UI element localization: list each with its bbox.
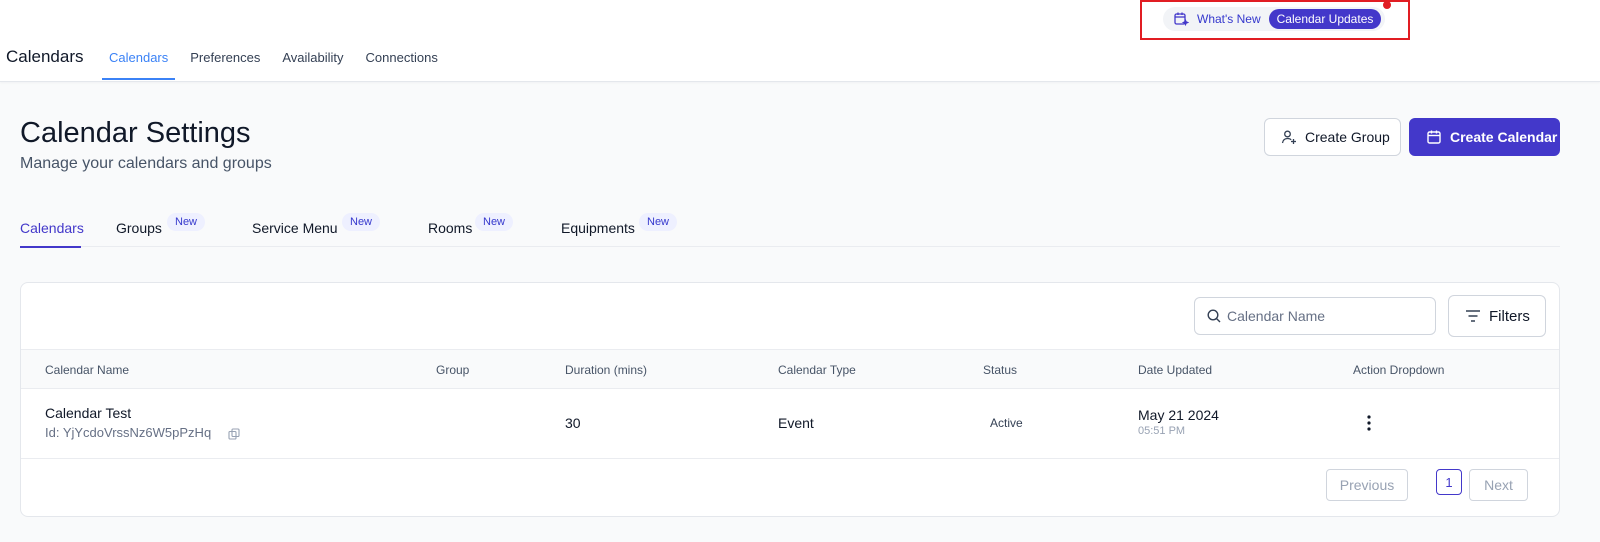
- column-header: Calendar Name: [45, 363, 130, 377]
- table-header: Calendar Name Group Duration (mins) Cale…: [21, 349, 1559, 389]
- date-updated: May 21 2024: [1138, 407, 1219, 423]
- calendar-sparkle-icon: [1174, 12, 1189, 27]
- filters-button[interactable]: Filters: [1448, 295, 1546, 337]
- filters-label: Filters: [1489, 307, 1530, 325]
- nav-tab-preferences[interactable]: Preferences: [183, 40, 267, 82]
- column-header: Duration (mins): [565, 363, 648, 377]
- nav-tab-availability[interactable]: Availability: [275, 40, 350, 82]
- tab-service-menu[interactable]: Service Menu New: [252, 212, 412, 247]
- column-header: Date Updated: [1138, 363, 1213, 377]
- column-header: Status: [983, 363, 1018, 377]
- more-vertical-icon[interactable]: [1361, 413, 1377, 433]
- new-badge: New: [167, 213, 206, 231]
- search-box[interactable]: [1194, 297, 1436, 335]
- tab-rooms[interactable]: Rooms New: [428, 212, 538, 247]
- calendars-table-card: Filters Calendar Name Group Duration (mi…: [20, 282, 1560, 517]
- search-icon: [1207, 309, 1221, 323]
- create-group-label: Create Group: [1305, 129, 1390, 145]
- tab-groups-label: Groups: [116, 220, 162, 236]
- tab-equipments-label: Equipments: [561, 220, 635, 236]
- user-plus-icon: [1281, 130, 1296, 144]
- column-header: Group: [436, 363, 470, 377]
- calendar-icon: [1427, 130, 1441, 144]
- calendar-type: Event: [778, 415, 814, 431]
- calendar-duration: 30: [565, 415, 581, 431]
- nav-tab-connections[interactable]: Connections: [359, 40, 445, 82]
- page-number[interactable]: 1: [1436, 469, 1462, 495]
- search-input[interactable]: [1227, 308, 1427, 324]
- calendar-updates-pill[interactable]: Calendar Updates: [1268, 9, 1382, 29]
- filter-icon: [1466, 310, 1480, 322]
- tab-rooms-label: Rooms: [428, 220, 473, 236]
- new-badge: New: [475, 213, 514, 231]
- calendar-id: Id: YjYcdoVrssNz6W5pPzHq: [45, 425, 212, 440]
- nav-tab-calendars[interactable]: Calendars: [102, 40, 176, 82]
- create-group-button[interactable]: Create Group: [1264, 118, 1401, 156]
- top-nav: Calendars Preferences Availability Conne…: [102, 40, 453, 82]
- column-header: Action Dropdown: [1353, 363, 1445, 377]
- column-header: Calendar Type: [778, 363, 856, 377]
- calendar-name[interactable]: Calendar Test: [45, 405, 131, 421]
- page-title: Calendar Settings: [20, 117, 251, 149]
- time-updated: 05:51 PM: [1138, 425, 1186, 437]
- settings-tabs: Calendars Groups New Service Menu New Ro…: [20, 212, 1560, 248]
- notification-dot: [1383, 1, 1391, 9]
- create-calendar-button[interactable]: Create Calendar: [1409, 118, 1560, 156]
- previous-button[interactable]: Previous: [1326, 469, 1408, 501]
- tab-calendars-label: Calendars: [20, 220, 84, 236]
- app-title: Calendars: [6, 47, 84, 66]
- whats-new-button[interactable]: What's New Calendar Updates: [1163, 7, 1386, 31]
- tab-calendars[interactable]: Calendars: [20, 212, 84, 248]
- tab-groups[interactable]: Groups New: [116, 212, 231, 247]
- next-button[interactable]: Next: [1469, 469, 1528, 501]
- whats-new-label: What's New: [1197, 12, 1261, 26]
- status-badge: Active: [990, 416, 1023, 430]
- page-subtitle: Manage your calendars and groups: [20, 155, 272, 172]
- tab-service-menu-label: Service Menu: [252, 220, 338, 236]
- copy-icon[interactable]: [228, 428, 240, 440]
- new-badge: New: [639, 213, 678, 231]
- create-calendar-label: Create Calendar: [1450, 129, 1558, 145]
- new-badge: New: [342, 213, 381, 231]
- tab-equipments[interactable]: Equipments New: [561, 212, 711, 247]
- table-row[interactable]: Calendar Test Id: YjYcdoVrssNz6W5pPzHq 3…: [21, 389, 1559, 459]
